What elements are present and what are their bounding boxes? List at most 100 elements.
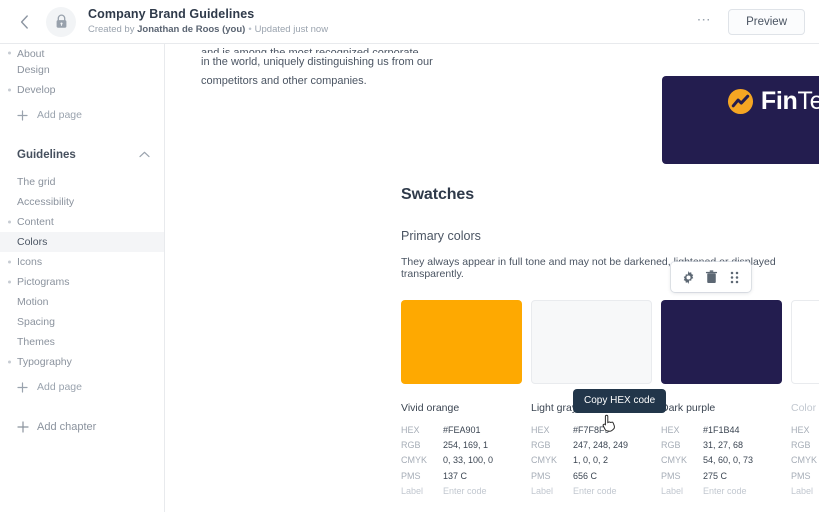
field-key: HEX <box>661 425 680 435</box>
swatch-field-pms[interactable]: PMS 656 C <box>531 469 652 484</box>
field-value[interactable]: 31, 27, 68 <box>703 438 743 453</box>
field-value[interactable]: Enter code <box>573 484 617 499</box>
field-value[interactable]: 1, 0, 0, 2 <box>573 453 608 468</box>
sidebar-item-design[interactable]: Design <box>0 60 164 80</box>
field-key: CMYK <box>661 455 688 466</box>
lock-icon <box>56 14 66 28</box>
more-options-button[interactable]: ⋯ <box>692 10 716 34</box>
field-key: Label <box>791 485 814 496</box>
swatch-field-pms[interactable]: PMS 137 C <box>401 469 522 484</box>
sidebar-item-label: Typography <box>17 356 72 368</box>
sidebar-item-label: Design <box>17 64 50 76</box>
author-name: Jonathan de Roos (you) <box>137 23 246 35</box>
updated-label: Updated just now <box>254 23 329 35</box>
field-key: RGB <box>791 440 811 451</box>
swatch-name[interactable]: Vivid orange <box>401 402 522 414</box>
field-value[interactable]: 0, 33, 100, 0 <box>443 453 493 468</box>
swatch-color-chip[interactable] <box>791 300 819 384</box>
swatch-field-label[interactable]: Label Enter code <box>531 484 652 499</box>
field-value[interactable]: #1F1B44 <box>703 423 740 438</box>
field-value[interactable]: 137 C <box>443 469 467 484</box>
sidebar-item-typography[interactable]: Typography <box>0 352 164 372</box>
swatch-field-hex[interactable]: HEX #1F1B44 <box>661 423 782 438</box>
sidebar-item-develop[interactable]: Develop <box>0 80 164 100</box>
sidebar-item-spacing[interactable]: Spacing <box>0 312 164 332</box>
add-chapter-button[interactable]: Add chapter <box>0 416 164 438</box>
swatch-card[interactable]: Vivid orange HEX #FEA901 RGB 254, 169, 1… <box>401 300 522 499</box>
sidebar-item-the-grid[interactable]: The grid <box>0 172 164 192</box>
swatch-field-hex[interactable]: HEX Enter HEX <box>791 423 819 438</box>
swatch-field-cmyk[interactable]: CMYK Enter CMYK <box>791 453 819 468</box>
swatch-field-rgb[interactable]: RGB 247, 248, 249 <box>531 438 652 453</box>
field-value[interactable]: 54, 60, 0, 73 <box>703 453 753 468</box>
sidebar-item-label: Colors <box>17 236 48 248</box>
plus-icon <box>16 109 29 122</box>
add-page-button-2[interactable]: Add page <box>0 376 164 398</box>
field-key: HEX <box>401 425 420 435</box>
sidebar-item-content[interactable]: Content <box>0 212 164 232</box>
back-button[interactable] <box>10 8 38 36</box>
field-value[interactable]: 254, 169, 1 <box>443 438 488 453</box>
swatch-field-cmyk[interactable]: CMYK 0, 33, 100, 0 <box>401 453 522 468</box>
drag-handle-button[interactable] <box>724 267 744 287</box>
field-value[interactable]: 247, 248, 249 <box>573 438 628 453</box>
app-root: Company Brand Guidelines Created by Jona… <box>0 0 819 512</box>
field-key: Label <box>401 485 424 496</box>
field-value[interactable]: #FEA901 <box>443 423 481 438</box>
sidebar-item-colors[interactable]: Colors <box>0 232 164 252</box>
swatch-field-rgb[interactable]: RGB 31, 27, 68 <box>661 438 782 453</box>
sidebar-item-label: Develop <box>17 84 56 96</box>
swatch-card-empty[interactable]: Color name HEX Enter HEX RGB Enter RGB C… <box>791 300 819 499</box>
swatch-field-pms[interactable]: PMS 275 C <box>661 469 782 484</box>
field-key: PMS <box>661 470 681 481</box>
logo-wordmark: FinTech <box>761 87 819 116</box>
field-value[interactable]: 275 C <box>703 469 727 484</box>
field-value[interactable]: Enter code <box>703 484 747 499</box>
sidebar-item-accessibility[interactable]: Accessibility <box>0 192 164 212</box>
swatch-name[interactable]: Color name <box>791 402 819 414</box>
pointer-cursor-icon <box>602 414 615 432</box>
swatch-field-label[interactable]: Label Enter code <box>791 484 819 499</box>
swatch-name[interactable]: Dark purple <box>661 402 782 414</box>
sidebar-item-label: Motion <box>17 296 49 308</box>
swatch-color-chip[interactable] <box>401 300 522 384</box>
swatch-field-pms[interactable]: PMS Enter PMS <box>791 469 819 484</box>
field-key: Label <box>531 485 554 496</box>
chevron-up-icon[interactable] <box>139 149 150 161</box>
swatch-field-hex[interactable]: HEX #F7F8F9 <box>531 423 652 438</box>
swatch-field-hex[interactable]: HEX #FEA901 <box>401 423 522 438</box>
swatch-color-chip[interactable] <box>531 300 652 384</box>
sidebar-item-pictograms[interactable]: Pictograms <box>0 272 164 292</box>
sidebar-item-themes[interactable]: Themes <box>0 332 164 352</box>
field-value[interactable]: 656 C <box>573 469 597 484</box>
swatch-field-label[interactable]: Label Enter code <box>401 484 522 499</box>
copy-hex-tooltip: Copy HEX code <box>573 389 667 413</box>
field-key: PMS <box>401 470 421 481</box>
sidebar-item-about[interactable]: About <box>0 46 164 60</box>
sidebar-item-label: The grid <box>17 176 56 188</box>
sidebar-item-icons[interactable]: Icons <box>0 252 164 272</box>
add-page-button[interactable]: Add page <box>0 104 164 126</box>
swatch-card[interactable]: Dark purple HEX #1F1B44 RGB 31, 27, 68 C… <box>661 300 782 499</box>
swatch-field-rgb[interactable]: RGB Enter RGB <box>791 438 819 453</box>
chevron-left-icon <box>20 14 28 29</box>
settings-button[interactable] <box>678 267 698 287</box>
field-value[interactable]: Enter code <box>443 484 487 499</box>
swatch-field-cmyk[interactable]: CMYK 54, 60, 0, 73 <box>661 453 782 468</box>
intro-paragraph: and is among the most recognized corpora… <box>201 44 449 91</box>
swatch-field-rgb[interactable]: RGB 254, 169, 1 <box>401 438 522 453</box>
delete-button[interactable] <box>701 267 721 287</box>
sidebar-item-motion[interactable]: Motion <box>0 292 164 312</box>
swatch-field-label[interactable]: Label Enter code <box>661 484 782 499</box>
created-by-label: Created by <box>88 23 135 35</box>
sidebar-group-guidelines[interactable]: Guidelines <box>0 144 164 166</box>
swatch-color-chip[interactable] <box>661 300 782 384</box>
preview-button[interactable]: Preview <box>728 8 805 35</box>
swatch-field-cmyk[interactable]: CMYK 1, 0, 0, 2 <box>531 453 652 468</box>
sidebar-item-label: Themes <box>17 336 55 348</box>
item-bullet <box>8 220 11 224</box>
trash-icon <box>705 270 717 284</box>
swatch-group-toolbar <box>671 262 751 292</box>
document-lock-badge[interactable] <box>46 6 76 37</box>
plus-icon <box>16 421 29 434</box>
